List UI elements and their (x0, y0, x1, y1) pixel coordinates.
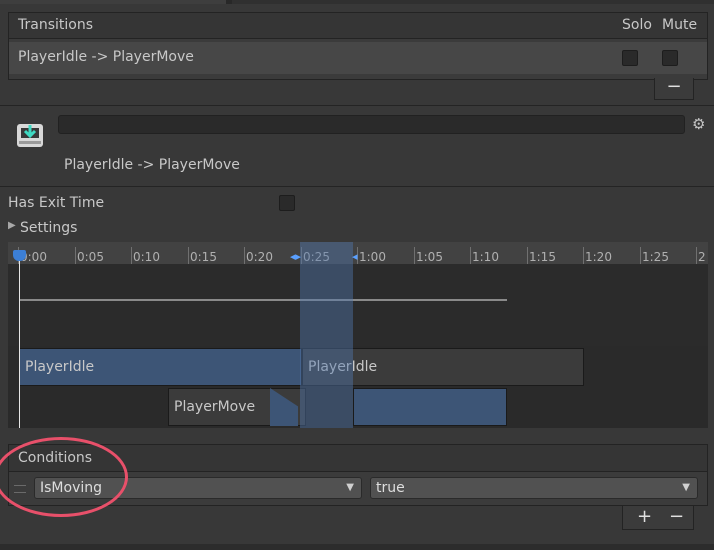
timeline-ruler[interactable]: 0:00 0:05 0:10 0:15 0:20 0:25 1:00 1:05 … (8, 242, 708, 265)
mute-column-label: Mute (662, 17, 698, 33)
playhead[interactable] (19, 252, 20, 428)
remove-transition-button[interactable]: − (654, 78, 694, 100)
ruler-tick-label: 1:00 (357, 247, 386, 265)
ruler-tick-label: 0:10 (131, 247, 160, 265)
destination-clip-tail[interactable] (353, 388, 507, 426)
playhead-handle-icon[interactable] (13, 250, 26, 261)
condition-value: true (376, 480, 405, 496)
window-tab-secondary[interactable] (232, 0, 714, 4)
transition-row[interactable]: PlayerIdle -> PlayerMove (9, 42, 707, 74)
condition-buttons: + − (622, 506, 694, 530)
foldout-arrow-icon[interactable]: ▶ (8, 220, 16, 231)
transition-curve (19, 299, 507, 301)
remove-condition-button[interactable]: − (669, 506, 684, 528)
transition-subtitle: PlayerIdle -> PlayerMove (64, 157, 240, 173)
transition-start-handle-icon[interactable]: ◂▸ (290, 250, 301, 263)
transition-end-handle-icon[interactable]: ◂ (352, 250, 358, 263)
ruler-tick-label: 1:15 (527, 247, 556, 265)
has-exit-time-label: Has Exit Time (8, 195, 105, 211)
ruler-tick-label: 0:05 (75, 247, 104, 265)
chevron-down-icon: ▼ (682, 482, 690, 493)
has-exit-time-checkbox[interactable] (279, 195, 295, 211)
bottom-bar (0, 544, 714, 550)
source-clip[interactable]: PlayerIdle (19, 348, 302, 386)
curve-lane (8, 264, 708, 346)
transition-timeline[interactable]: 0:00 0:05 0:10 0:15 0:20 0:25 1:00 1:05 … (8, 242, 708, 428)
chevron-down-icon: ▼ (346, 482, 354, 493)
transitions-title: Transitions (18, 17, 93, 33)
blend-shape (270, 388, 298, 426)
divider (0, 186, 714, 187)
settings-foldout[interactable]: Settings (20, 220, 77, 236)
ruler-tick-label: 1:10 (470, 247, 499, 265)
transition-row-label: PlayerIdle -> PlayerMove (18, 49, 194, 65)
ruler-tick-label: 1:05 (414, 247, 443, 265)
annotation-circle (0, 437, 128, 517)
ruler-tick-label: 1:20 (583, 247, 612, 265)
window-tab[interactable] (0, 0, 226, 4)
ruler-tick-label: 0:20 (244, 247, 273, 265)
ruler-tick-label: 1:25 (640, 247, 669, 265)
window-tab-strip (0, 0, 714, 4)
solo-checkbox[interactable] (622, 50, 638, 66)
transition-icon (17, 124, 43, 147)
transition-range[interactable] (300, 242, 353, 428)
ruler-tick-label: 0:15 (188, 247, 217, 265)
solo-column-label: Solo (622, 17, 652, 33)
gear-icon[interactable]: ⚙ (692, 115, 705, 133)
condition-value-dropdown[interactable]: true ▼ (370, 477, 698, 499)
divider (0, 105, 714, 106)
transition-name-field[interactable] (58, 115, 685, 134)
mute-checkbox[interactable] (662, 50, 678, 66)
add-condition-button[interactable]: + (637, 506, 652, 528)
transitions-header: Transitions Solo Mute (9, 13, 707, 39)
ruler-tick-label: 2 (696, 247, 706, 265)
